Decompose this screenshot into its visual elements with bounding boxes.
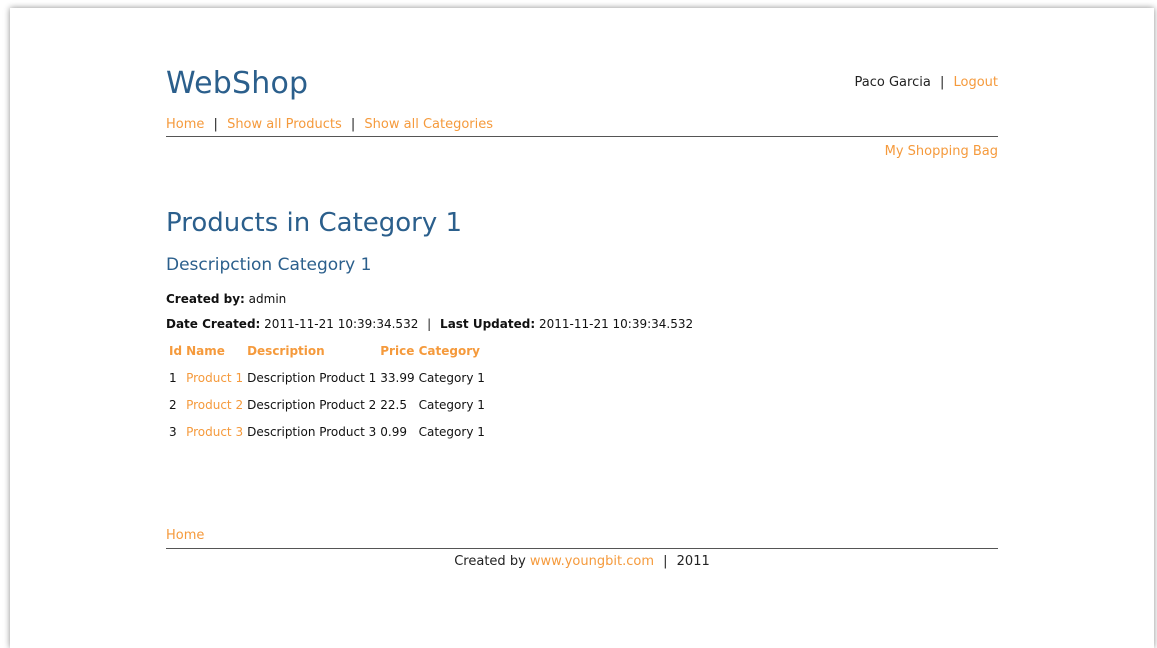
- logout-link[interactable]: Logout: [953, 75, 998, 90]
- page-subtitle: Descripction Category 1: [166, 255, 372, 275]
- shopping-bag-link[interactable]: My Shopping Bag: [885, 144, 998, 159]
- table-header-row: Id Name Description Price Category: [167, 342, 487, 364]
- user-area: Paco Garcia | Logout: [855, 75, 998, 90]
- footer-credit: Created by www.youngbit.com | 2011: [166, 554, 998, 569]
- nav-show-all-categories-link[interactable]: Show all Categories: [364, 117, 493, 132]
- main-nav: Home | Show all Products | Show all Cate…: [166, 117, 493, 132]
- cell-category: Category 1: [418, 370, 485, 385]
- cell-name: Product 1: [184, 364, 245, 391]
- created-by-value: admin: [248, 292, 287, 306]
- cell-id: 3: [169, 424, 177, 439]
- cell-price: 0.99: [380, 424, 407, 439]
- cell-description: Description Product 3: [247, 424, 377, 439]
- column-header-id: Id: [169, 344, 183, 358]
- dates-line: Date Created: 2011-11-21 10:39:34.532 | …: [166, 317, 693, 331]
- table-row: 1 Product 1 Description Product 1 33.99 …: [167, 364, 487, 391]
- cell-description: Description Product 1: [247, 370, 377, 385]
- cell-name: Product 2: [184, 391, 245, 418]
- last-updated-value: 2011-11-21 10:39:34.532: [538, 317, 694, 331]
- column-header-category: Category: [418, 344, 480, 358]
- cell-id: 2: [169, 397, 177, 412]
- site-logo[interactable]: WebShop: [166, 66, 308, 101]
- user-name: Paco Garcia: [854, 75, 931, 90]
- column-header-name: Name: [186, 344, 225, 358]
- cell-price: 22.5: [380, 397, 407, 412]
- column-header-description: Description: [247, 344, 325, 358]
- footer-created-by-text: Created by: [454, 554, 526, 569]
- footer-separator: |: [663, 554, 668, 569]
- cell-id: 1: [169, 370, 177, 385]
- page-title: Products in Category 1: [166, 208, 463, 238]
- cell-name: Product 3: [184, 418, 245, 445]
- created-by-line: Created by: admin: [166, 292, 286, 306]
- created-by-label: Created by:: [166, 292, 245, 306]
- footer-home-link[interactable]: Home: [166, 528, 204, 543]
- cell-category: Category 1: [418, 424, 485, 439]
- last-updated-label: Last Updated:: [440, 317, 536, 331]
- nav-home-link[interactable]: Home: [166, 117, 204, 132]
- table-row: 3 Product 3 Description Product 3 0.99 C…: [167, 418, 487, 445]
- dates-separator: |: [427, 317, 432, 331]
- user-separator: |: [939, 75, 945, 90]
- cell-category: Category 1: [418, 397, 485, 412]
- product-link[interactable]: Product 2: [186, 398, 243, 412]
- column-header-price: Price: [380, 344, 415, 358]
- products-table: Id Name Description Price Category 1 Pro…: [167, 342, 487, 445]
- nav-separator: |: [350, 117, 356, 132]
- cell-description: Description Product 2: [247, 397, 377, 412]
- nav-show-all-products-link[interactable]: Show all Products: [227, 117, 342, 132]
- cell-price: 33.99: [380, 370, 415, 385]
- footer-year: 2011: [676, 554, 710, 569]
- table-row: 2 Product 2 Description Product 2 22.5 C…: [167, 391, 487, 418]
- product-link[interactable]: Product 3: [186, 425, 243, 439]
- header-divider: [166, 136, 998, 137]
- product-link[interactable]: Product 1: [186, 371, 243, 385]
- date-created-value: 2011-11-21 10:39:34.532: [264, 317, 419, 331]
- date-created-label: Date Created:: [166, 317, 261, 331]
- nav-separator: |: [213, 117, 218, 132]
- browser-page: WebShop Paco Garcia | Logout Home | Show…: [10, 8, 1154, 648]
- footer-site-link[interactable]: www.youngbit.com: [530, 554, 654, 569]
- footer-divider: [166, 548, 998, 549]
